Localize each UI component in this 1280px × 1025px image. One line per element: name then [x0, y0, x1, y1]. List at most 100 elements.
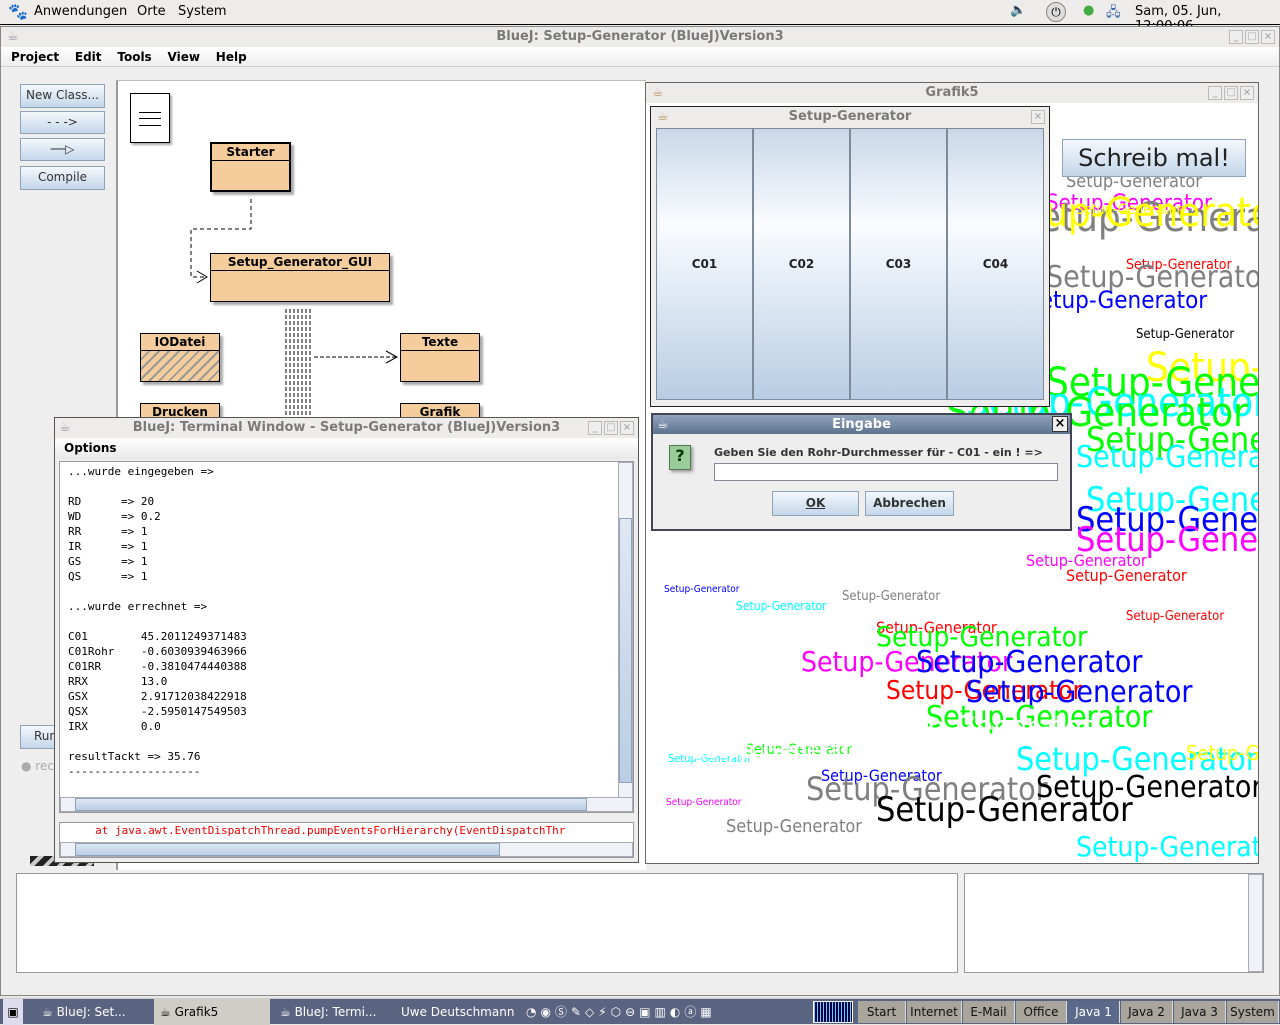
terminal-line: GS => 1 — [68, 555, 148, 568]
menu-project[interactable]: Project — [11, 50, 59, 64]
vertical-scrollbar[interactable] — [1248, 874, 1263, 972]
close-icon[interactable]: × — [1240, 86, 1254, 100]
window-title: Setup-Generator — [788, 109, 912, 124]
taskbar: ▣ ☕ BlueJ: Set... ☕ Grafik5 ☕ BlueJ: Ter… — [0, 998, 1280, 1025]
terminal-line: IR => 1 — [68, 540, 148, 553]
terminal-line: QS => 1 — [68, 570, 148, 583]
scroll-thumb[interactable] — [75, 798, 587, 811]
terminal-line: C01RR -0.3810474440388 — [68, 660, 247, 673]
options-menu[interactable]: Options — [55, 438, 638, 459]
drawn-text: Setup-Generator — [876, 790, 1133, 830]
workspace-office[interactable]: Office — [1016, 1001, 1067, 1023]
compile-button[interactable]: Compile — [20, 166, 105, 190]
column-button-c03[interactable]: C03 — [850, 128, 947, 400]
close-icon[interactable]: × — [1261, 30, 1275, 44]
task-label: BlueJ: Termi... — [294, 1005, 377, 1019]
bluej-title-bar[interactable]: ☕ BlueJ: Setup-Generator (BlueJ)Version3… — [1, 27, 1279, 47]
question-icon: ? — [669, 445, 691, 470]
workspace-java-3[interactable]: Java 3 — [1174, 1001, 1226, 1023]
menu-system[interactable]: System — [178, 4, 226, 19]
drawn-text: Setup-Generator — [1026, 286, 1208, 314]
drawn-text: Setup-Generator — [1126, 609, 1225, 624]
maximize-icon[interactable]: □ — [1245, 30, 1259, 44]
drawn-text: Setup-Generator — [736, 599, 827, 613]
terminal-line: -------------------- — [68, 765, 201, 778]
java-icon: ☕ — [657, 417, 669, 432]
ok-button[interactable]: OK — [772, 491, 859, 516]
vertical-scrollbar[interactable] — [618, 462, 633, 799]
inheritance-arrow-button[interactable]: ──▷ — [20, 138, 105, 161]
close-icon[interactable]: × — [620, 421, 634, 435]
java-icon: ☕ — [59, 420, 71, 435]
drawn-text: Setup-Generator — [664, 584, 740, 595]
window-title: BlueJ: Terminal Window - Setup-Generator… — [132, 420, 561, 435]
menu-anwendungen[interactable]: Anwendungen — [34, 4, 127, 19]
menu-tools[interactable]: Tools — [117, 50, 151, 64]
class-name: Setup_Generator_GUI — [211, 254, 389, 271]
scroll-thumb[interactable] — [75, 843, 500, 856]
minimize-icon[interactable]: _ — [588, 421, 602, 435]
diameter-input[interactable] — [714, 463, 1058, 481]
terminal-line: ...wurde errechnet => — [68, 600, 208, 613]
workspace-java-2[interactable]: Java 2 — [1121, 1001, 1173, 1023]
workspace-system[interactable]: System — [1227, 1001, 1279, 1023]
drawn-text: Setup-Generator — [1136, 327, 1235, 342]
message-area[interactable] — [16, 873, 958, 973]
terminal-line: WD => 0.2 — [68, 510, 161, 523]
new-class-button[interactable]: New Class... — [20, 84, 105, 108]
eingabe-title-bar[interactable]: ☕ Eingabe × — [653, 415, 1070, 434]
horizontal-scrollbar[interactable] — [60, 797, 633, 812]
volume-icon[interactable]: 🔈 — [1010, 3, 1026, 18]
prompt-label: Geben Sie den Rohr-Durchmesser für - C01… — [714, 446, 1043, 459]
top-panel: 🐾 Anwendungen Orte System 🔈 ⏻ ● 🖧 Sam, 0… — [0, 0, 1280, 34]
gnome-foot-icon[interactable]: 🐾 — [8, 2, 28, 21]
setup-generator-title-bar[interactable]: ☕ Setup-Generator × — [651, 107, 1049, 128]
class-texte[interactable]: Texte — [400, 333, 480, 382]
uses-arrow-button[interactable]: - - -> — [20, 111, 105, 134]
error-output[interactable]: at java.awt.EventDispatchThread.pumpEven… — [59, 822, 634, 858]
task-bluej[interactable]: ☕ BlueJ: Set... — [36, 999, 150, 1025]
record-radio[interactable]: ● rec — [21, 759, 54, 773]
task-terminal[interactable]: ☕ BlueJ: Termi... — [276, 999, 396, 1025]
show-desktop-icon[interactable]: ▣ — [3, 999, 23, 1025]
column-button-c02[interactable]: C02 — [753, 128, 850, 400]
terminal-output[interactable]: ...wurde eingegeben => RD => 20 WD => 0.2 R… — [59, 461, 634, 813]
column-button-c04[interactable]: C04 — [947, 128, 1044, 400]
side-text-area[interactable] — [964, 873, 1264, 973]
abbrechen-button[interactable]: Abbrechen — [865, 491, 954, 516]
workspace-java-1[interactable]: Java 1 — [1068, 1001, 1120, 1023]
java-icon: ☕ — [7, 29, 19, 44]
maximize-icon[interactable]: □ — [1224, 86, 1238, 100]
close-icon[interactable]: × — [1031, 110, 1045, 124]
schreib-mal-button[interactable]: Schreib mal! — [1062, 139, 1246, 177]
workspace-internet[interactable]: Internet — [907, 1001, 962, 1023]
menu-view[interactable]: View — [168, 50, 200, 64]
terminal-title-bar[interactable]: ☕ BlueJ: Terminal Window - Setup-Generat… — [55, 418, 638, 438]
dialog-title: Eingabe — [832, 417, 891, 432]
column-button-c01[interactable]: C01 — [656, 128, 753, 400]
menu-help[interactable]: Help — [216, 50, 247, 64]
maximize-icon[interactable]: □ — [604, 421, 618, 435]
menu-orte[interactable]: Orte — [137, 4, 166, 19]
grafik5-title-bar[interactable]: ☕ Grafik5 _ □ × — [646, 83, 1258, 103]
workspace-start[interactable]: Start — [858, 1001, 906, 1023]
task-label: BlueJ: Set... — [56, 1005, 126, 1019]
close-icon[interactable]: × — [1052, 416, 1068, 432]
scroll-thumb[interactable] — [619, 518, 632, 783]
horizontal-scrollbar[interactable] — [60, 842, 633, 857]
drawn-text: Setup-Generator — [916, 645, 1143, 680]
menu-edit[interactable]: Edit — [75, 50, 102, 64]
minimize-icon[interactable]: _ — [1229, 30, 1243, 44]
minimize-icon[interactable]: _ — [1208, 86, 1222, 100]
task-grafik5[interactable]: ☕ Grafik5 — [154, 999, 270, 1025]
drawn-text: Setup-Generator — [866, 710, 1093, 745]
class-iodatei[interactable]: IODatei — [140, 333, 220, 382]
network-icon[interactable]: 🖧 — [1106, 3, 1121, 25]
class-setup-generator-gui[interactable]: Setup_Generator_GUI — [210, 253, 390, 302]
terminal-line: QSX -2.5950147549503 — [68, 705, 247, 718]
workspace-e-mail[interactable]: E-Mail — [963, 1001, 1015, 1023]
update-icon[interactable]: ● — [1083, 3, 1094, 18]
power-icon[interactable]: ⏻ — [1046, 2, 1066, 22]
launcher-icons[interactable]: ◔◉Ⓢ✎◇⚡⬡⊖▣▥◐ⓐ▦ — [526, 999, 716, 1025]
